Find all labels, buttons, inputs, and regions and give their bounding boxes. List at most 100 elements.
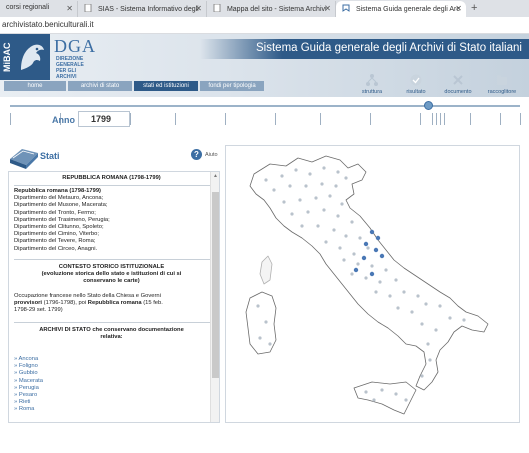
archive-dot-highlighted[interactable] xyxy=(363,241,369,247)
archive-link-pesaro[interactable]: » Pesaro xyxy=(14,392,209,399)
address-bar[interactable]: archivistato.beniculturali.it xyxy=(0,17,529,34)
archive-dot[interactable] xyxy=(428,358,432,362)
timeline-track[interactable] xyxy=(10,105,520,107)
archive-dot[interactable] xyxy=(314,196,318,200)
archive-dot[interactable] xyxy=(264,320,268,324)
archive-dot[interactable] xyxy=(294,168,298,172)
archive-dot[interactable] xyxy=(340,202,344,206)
close-icon[interactable]: ✕ xyxy=(324,4,331,13)
archive-dot[interactable] xyxy=(264,178,268,182)
browser-tab-sistema-guida[interactable]: Sistema Guida generale degli Arc ✕ xyxy=(336,1,466,17)
archive-dot[interactable] xyxy=(300,224,304,228)
browser-tab-sias[interactable]: SIAS - Sistema Informativo degli ✕ xyxy=(78,1,207,17)
archive-dot[interactable] xyxy=(380,388,384,392)
panel-scrollbar[interactable]: ▲ xyxy=(210,172,219,422)
archive-dot[interactable] xyxy=(434,328,438,332)
archive-dot[interactable] xyxy=(332,228,336,232)
archive-dot[interactable] xyxy=(308,172,312,176)
archive-dot[interactable] xyxy=(304,184,308,188)
archive-dot-highlighted[interactable] xyxy=(379,253,385,259)
year-input[interactable]: 1799 xyxy=(78,111,130,127)
scroll-thumb[interactable] xyxy=(212,192,219,378)
tool-risultato[interactable]: risultato xyxy=(398,73,434,95)
archive-dot[interactable] xyxy=(384,268,388,272)
archive-dot[interactable] xyxy=(324,240,328,244)
archive-dot[interactable] xyxy=(316,224,320,228)
archive-dot[interactable] xyxy=(290,212,294,216)
archive-dot[interactable] xyxy=(268,342,272,346)
archive-link-foligno[interactable]: » Foligno xyxy=(14,363,209,370)
archive-dot[interactable] xyxy=(344,234,348,238)
archive-dot[interactable] xyxy=(342,258,346,262)
archive-dot[interactable] xyxy=(280,174,284,178)
archive-dot[interactable] xyxy=(388,294,392,298)
timeline-slider-handle[interactable] xyxy=(424,101,434,110)
close-icon[interactable]: ✕ xyxy=(66,4,73,13)
archive-dot[interactable] xyxy=(402,290,406,294)
archive-dot[interactable] xyxy=(282,200,286,204)
archive-dot[interactable] xyxy=(338,246,342,250)
archive-dot[interactable] xyxy=(344,176,348,180)
archive-dot[interactable] xyxy=(420,322,424,326)
archive-link-gubbio[interactable]: » Gubbio xyxy=(14,370,209,377)
archive-dot-highlighted[interactable] xyxy=(373,247,379,253)
nav-fondi-per-tipologia[interactable]: fondi per tipologia xyxy=(200,81,264,91)
archive-dot[interactable] xyxy=(350,220,354,224)
archive-dot[interactable] xyxy=(352,252,356,256)
close-icon[interactable]: ✕ xyxy=(195,4,202,13)
help-icon[interactable]: ? xyxy=(191,149,202,160)
close-icon[interactable]: ✕ xyxy=(455,4,462,13)
archive-dot-highlighted[interactable] xyxy=(369,271,375,277)
archive-dot[interactable] xyxy=(336,214,340,218)
archive-dot-highlighted[interactable] xyxy=(375,235,381,241)
archive-dot[interactable] xyxy=(448,316,452,320)
archive-link-perugia[interactable]: » Perugia xyxy=(14,385,209,392)
archive-dot[interactable] xyxy=(372,398,376,402)
archive-dot[interactable] xyxy=(288,184,292,188)
panel-content-area[interactable]: REPUBBLICA ROMANA (1798-1799) Repubblica… xyxy=(8,171,220,423)
archive-dot[interactable] xyxy=(336,170,340,174)
archive-dot[interactable] xyxy=(322,166,326,170)
nav-stati-ed-istituzioni[interactable]: stati ed istituzioni xyxy=(134,81,198,91)
archive-dot[interactable] xyxy=(462,318,466,322)
archive-dot[interactable] xyxy=(366,246,370,250)
archive-dot[interactable] xyxy=(394,278,398,282)
archive-dot[interactable] xyxy=(410,310,414,314)
archive-dot[interactable] xyxy=(394,392,398,396)
archive-dot[interactable] xyxy=(328,194,332,198)
archive-dot[interactable] xyxy=(374,290,378,294)
tool-raccoglitore[interactable]: raccoglitore xyxy=(484,73,520,95)
archive-dot[interactable] xyxy=(420,374,424,378)
italy-map[interactable] xyxy=(225,145,520,423)
archive-dot[interactable] xyxy=(396,306,400,310)
archive-dot[interactable] xyxy=(364,390,368,394)
archive-dot[interactable] xyxy=(322,208,326,212)
archive-dot[interactable] xyxy=(306,210,310,214)
archive-dot[interactable] xyxy=(370,264,374,268)
archive-dot[interactable] xyxy=(350,272,354,276)
archive-dot-highlighted[interactable] xyxy=(361,255,367,261)
archive-dot[interactable] xyxy=(358,236,362,240)
browser-tab-corsi-regionali[interactable]: corsi regionali ✕ xyxy=(0,1,78,17)
archive-link-ancona[interactable]: » Ancona xyxy=(14,356,209,363)
new-tab-button[interactable]: + xyxy=(471,2,477,14)
archive-dot[interactable] xyxy=(364,276,368,280)
archive-dot[interactable] xyxy=(438,304,442,308)
nav-archivi-di-stato[interactable]: archivi di stato xyxy=(68,81,132,91)
help-link[interactable]: Aiuto xyxy=(205,152,218,158)
archive-link-roma[interactable]: » Roma xyxy=(14,406,209,413)
archive-dot[interactable] xyxy=(378,280,382,284)
archive-dot[interactable] xyxy=(320,182,324,186)
tool-documento[interactable]: documento xyxy=(440,73,476,95)
archive-dot-highlighted[interactable] xyxy=(369,229,375,235)
archive-dot[interactable] xyxy=(404,398,408,402)
archive-dot[interactable] xyxy=(258,336,262,340)
mibac-logo[interactable]: MiBAC xyxy=(0,34,50,80)
archive-dot[interactable] xyxy=(416,294,420,298)
archive-dot[interactable] xyxy=(356,262,360,266)
browser-tab-mappa[interactable]: Mappa del sito - Sistema Archivi ✕ xyxy=(207,1,336,17)
archive-dot[interactable] xyxy=(298,198,302,202)
archive-dot-highlighted[interactable] xyxy=(353,267,359,273)
scroll-up-arrow-icon[interactable]: ▲ xyxy=(212,173,219,180)
archive-dot[interactable] xyxy=(334,184,338,188)
